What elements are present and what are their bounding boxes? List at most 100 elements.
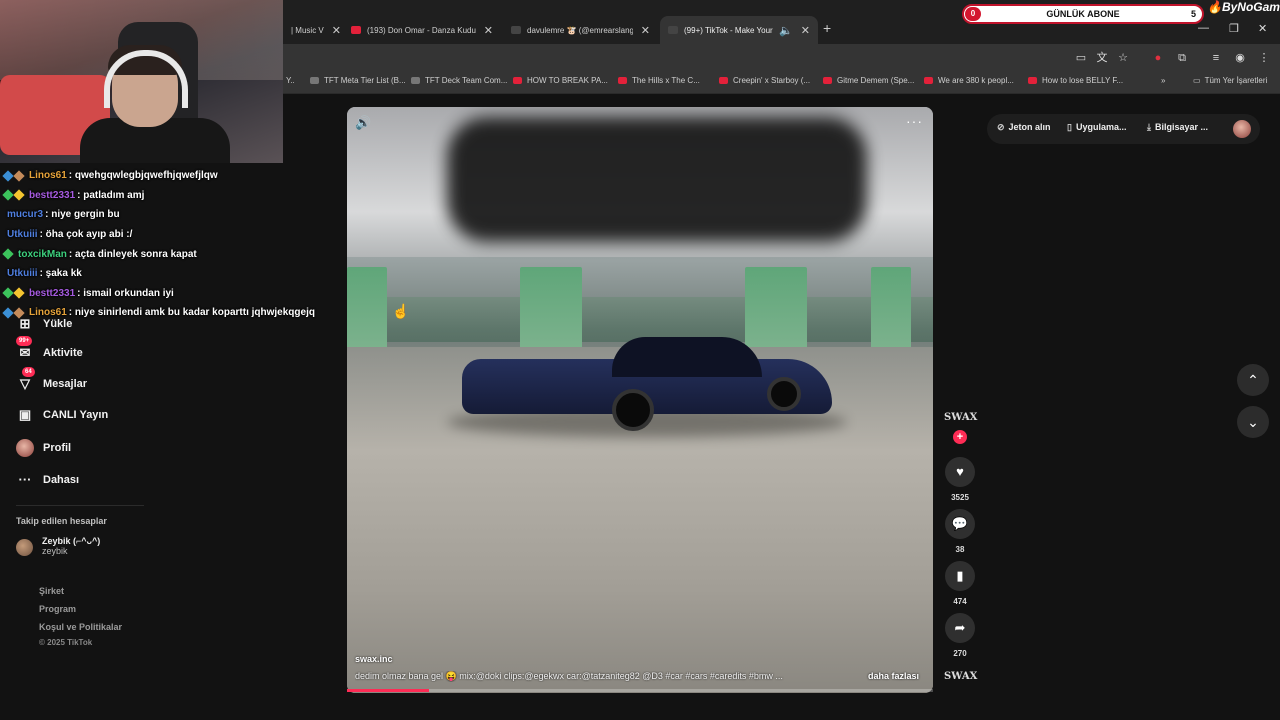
progress-fill [347,689,430,692]
footer-link-terms[interactable]: Koşul ve Politikalar [39,622,122,632]
daily-subscriber-bar: 0 GÜNLÜK ABONE 5 [962,4,1204,24]
user-avatar[interactable] [1233,120,1251,138]
bookmark-item[interactable]: Gitme Demem (Spe... [823,76,914,85]
comment-icon: 💬 [951,516,969,531]
brand-logo: 🔥ByNoGame [1207,0,1280,14]
close-icon[interactable]: ✕ [801,24,810,37]
music-disc[interactable]: SWAX [944,671,977,682]
chat-text: : niye gergin bu [45,209,120,221]
badge-icon [2,170,14,182]
sidebar-item-activity[interactable]: ✉ 99+ Aktivite [16,336,83,362]
youtube-icon [924,77,933,84]
follow-button[interactable]: + [953,430,967,444]
minimize-button[interactable]: — [1198,22,1209,34]
profile-icon[interactable]: ◉ [1234,52,1246,64]
sidebar-item-more[interactable]: ··· Dahası [16,471,80,489]
following-account[interactable]: Zeybik (⌐^ᴗ^) zeybik [16,536,100,556]
more-options-icon[interactable]: ··· [906,113,923,129]
share-button[interactable]: ➦ [945,613,975,643]
puzzle-icon[interactable]: ⧉ [1176,52,1188,64]
badge-icon [13,189,25,202]
badge-icon [13,170,25,182]
notification-badge: 64 [22,367,35,377]
tab-tiktok[interactable]: (99+) TikTok - Make Your Da 🔈 ✕ [660,16,818,44]
badge-icon [2,307,14,319]
tiktok-icon [511,26,521,34]
bookmark-icon [310,77,319,84]
car-image [462,337,832,431]
tiktok-icon [668,26,678,34]
bookmark-icon [411,77,420,84]
divider [16,505,144,506]
copyright: © 2025 TikTok [39,638,93,647]
account-handle: zeybik [42,546,68,556]
new-tab-button[interactable]: + [823,20,831,36]
chat-badges [2,248,15,260]
tab-don-omar[interactable]: (193) Don Omar - Danza Kuduro ✕ [343,16,501,44]
chat-badges [2,307,26,319]
media-icon[interactable]: ≡ [1210,52,1222,64]
creator-avatar[interactable]: SWAX [944,412,977,432]
stream-chat: Linos61 : qwehgqwlegbjqwefhjqwefjlqw best… [2,166,334,323]
bookmarks-more-button[interactable]: » [1161,76,1165,85]
comment-button[interactable]: 💬 [945,509,975,539]
close-icon[interactable]: ✕ [332,24,341,37]
sidebar-item-messages[interactable]: ▽ 64 Mesajlar [16,367,87,393]
chevron-down-icon: ⌄ [1247,414,1259,430]
sidebar-item-profile[interactable]: Profil [16,439,71,457]
bookmark-item[interactable]: TFT Meta Tier List (B... [310,76,406,85]
all-bookmarks-folder[interactable]: ▭ Tüm Yer İşaretleri [1193,76,1267,85]
chat-username: mucur3 [7,209,44,221]
chat-message: Linos61 : qwehgqwlegbjqwefhjqwefjlqw [2,166,334,186]
get-coins-button[interactable]: ⊘ Jeton alın [997,122,1051,133]
avatar [16,539,33,556]
window-close-button[interactable]: ✕ [1258,22,1267,35]
get-app-button[interactable]: ▯ Uygulama... [1067,122,1126,133]
sub-label: GÜNLÜK ABONE [1046,9,1120,19]
close-icon[interactable]: ✕ [484,24,493,37]
extension-icon[interactable]: ● [1152,52,1164,64]
translate-icon[interactable]: 文 [1096,52,1108,64]
fire-icon: 🔥 [1207,0,1222,14]
video-progress-bar[interactable] [347,689,933,692]
video-caption: dedim olmaz bana gel 😝 mix:@doki clips:@… [355,671,783,681]
chevron-up-icon: ⌃ [1247,372,1259,388]
video-player[interactable] [347,107,933,693]
tab-davulemre[interactable]: davulemre 🐮 (@emrearslang) ✕ [503,16,658,44]
bookmark-item[interactable]: Creepin' x Starboy (... [719,76,810,85]
chat-text: : açta dinleyek sonra kapat [68,248,197,260]
previous-video-button[interactable]: ⌃ [1237,364,1269,396]
tab-label: davulemre 🐮 (@emrearslang) [527,25,633,35]
tab-music[interactable]: | Music V ✕ [283,16,341,44]
footer-link-program[interactable]: Program [39,604,76,614]
star-icon[interactable]: ☆ [1117,52,1129,64]
bookmark-item[interactable]: We are 380 k peopl... [924,76,1014,85]
bookmark-item[interactable]: The Hills x The C... [618,76,700,85]
video-author[interactable]: swax.inc [355,654,393,664]
bookmark-item[interactable]: HOW TO BREAK PA... [513,76,608,85]
chat-text: : niye sinirlendi amk bu kadar kopart­tı… [68,307,315,319]
sidebar-item-live[interactable]: ▣ CANLI Yayın [16,406,108,424]
menu-icon[interactable]: ⋮ [1258,52,1270,64]
bookmark-partial[interactable]: Y.. [286,76,295,85]
close-icon[interactable]: ✕ [641,24,650,37]
footer-link-company[interactable]: Şirket [39,586,64,596]
save-button[interactable]: ▮ [945,561,975,591]
chat-message: bestt2331 : patladım amj [2,186,334,206]
youtube-icon [1028,77,1037,84]
chat-text: : patladım amj [77,189,145,201]
chat-message: Utkuiii : öha çok ayıp abi :/ [4,225,334,245]
chat-badges [2,189,26,202]
desktop-app-button[interactable]: ⤓ Bilgisayar ... [1147,122,1208,133]
next-video-button[interactable]: ⌄ [1237,406,1269,438]
see-more-button[interactable]: daha fazlası [868,671,919,681]
sound-icon[interactable]: 🔊 [355,115,371,131]
cast-icon[interactable]: ▭ [1075,52,1087,64]
bookmark-item[interactable]: TFT Deck Team Com... [411,76,507,85]
chat-message: mucur3 : niye gergin bu [4,205,334,225]
chat-username: bestt2331 [29,189,76,201]
chat-message: Utkuiii : şaka kk [4,264,334,284]
bookmark-item[interactable]: How to lose BELLY F... [1028,76,1123,85]
maximize-button[interactable]: ❐ [1229,22,1239,35]
like-button[interactable]: ♥ [945,457,975,487]
